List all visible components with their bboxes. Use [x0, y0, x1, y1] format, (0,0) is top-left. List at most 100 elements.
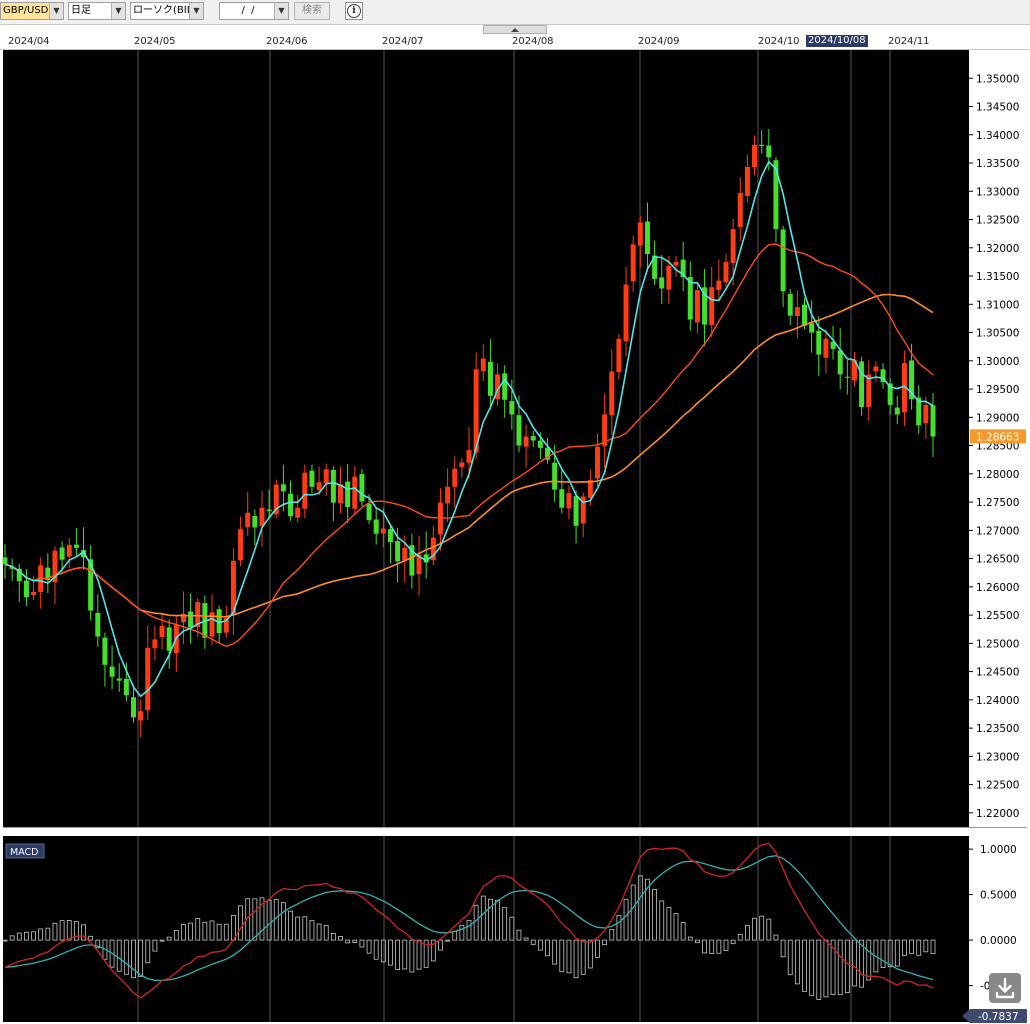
- candle-body: [502, 373, 508, 400]
- candle-body: [823, 338, 829, 358]
- candle-body: [188, 611, 194, 628]
- candle-body: [59, 547, 65, 560]
- candle-body: [759, 144, 765, 147]
- price-tick-label: 1.29000: [976, 412, 1019, 424]
- candle-body: [288, 493, 294, 517]
- candle-body: [802, 304, 808, 326]
- current-price-label: 1.28663: [976, 431, 1019, 443]
- candle-body: [716, 280, 722, 291]
- candle-body: [766, 145, 772, 158]
- candle-body: [816, 330, 822, 355]
- candle-body: [809, 323, 815, 333]
- candle-body: [752, 144, 758, 168]
- price-tick-label: 1.31500: [976, 271, 1019, 283]
- candle-body: [459, 462, 465, 468]
- candle-body: [873, 366, 879, 372]
- price-tick-label: 1.24500: [976, 667, 1019, 679]
- candle-body: [73, 544, 79, 548]
- candle-body: [609, 371, 615, 416]
- price-tick-label: 1.25000: [976, 638, 1019, 650]
- candle-body: [466, 450, 472, 463]
- candle-body: [566, 493, 572, 509]
- candle-body: [623, 284, 629, 342]
- candle-body: [123, 678, 129, 696]
- candle-body: [2, 557, 8, 565]
- candle-body: [130, 697, 136, 718]
- price-tick-label: 1.29500: [976, 384, 1019, 396]
- candle-body: [694, 290, 700, 323]
- price-tick-label: 1.23500: [976, 723, 1019, 735]
- candle-body: [31, 591, 37, 596]
- price-tick-label: 1.26000: [976, 582, 1019, 594]
- candle-body: [330, 469, 336, 503]
- candle-body: [923, 404, 929, 424]
- macd-tick-label: 0.0000: [980, 935, 1017, 947]
- macd-value-label: -0.7837: [978, 1011, 1019, 1023]
- price-tick-label: 1.32000: [976, 243, 1019, 255]
- price-tick-label: 1.30000: [976, 356, 1019, 368]
- price-chart[interactable]: 1.35000 1.34500 1.34000 1.33500 1.33000 1.325…: [0, 0, 1030, 1024]
- price-tick-label: 1.22500: [976, 780, 1019, 792]
- candle-body: [445, 486, 451, 504]
- price-tick-label: 1.32500: [976, 215, 1019, 227]
- candle-body: [530, 436, 536, 441]
- candle-body: [152, 639, 158, 649]
- candle-body: [730, 229, 736, 263]
- candle-body: [594, 446, 600, 479]
- price-tick-label: 1.23000: [976, 751, 1019, 763]
- price-tick-label: 1.27000: [976, 525, 1019, 537]
- candle-body: [780, 229, 786, 292]
- candle-body: [302, 472, 308, 509]
- candle-body: [366, 503, 372, 521]
- price-tick-label: 1.33500: [976, 158, 1019, 170]
- candle-body: [437, 502, 443, 535]
- candle-body: [316, 482, 322, 491]
- candle-body: [295, 507, 301, 518]
- candle-body: [509, 401, 515, 415]
- candle-body: [66, 545, 72, 557]
- price-tick-label: 1.24000: [976, 695, 1019, 707]
- download-button[interactable]: [989, 973, 1021, 1003]
- candle-body: [166, 627, 172, 651]
- candle-body: [552, 462, 558, 490]
- candle-body: [709, 287, 715, 325]
- price-tick-label: 1.33000: [976, 186, 1019, 198]
- candle-body: [644, 221, 650, 254]
- candle-body: [238, 529, 244, 561]
- candle-body: [138, 711, 144, 721]
- candle-body: [387, 529, 393, 543]
- candle-body: [395, 541, 401, 562]
- candle-body: [637, 222, 643, 246]
- macd-tick-label: 1.0000: [980, 844, 1017, 856]
- candle-body: [23, 580, 29, 598]
- candle-body: [109, 666, 115, 677]
- candle-body: [737, 192, 743, 228]
- candle-body: [95, 612, 101, 637]
- candle-body: [245, 512, 251, 528]
- candle-body: [480, 358, 486, 372]
- candle-body: [323, 469, 329, 483]
- candle-body: [373, 519, 379, 534]
- candle-body: [794, 307, 800, 317]
- candle-body: [380, 528, 386, 534]
- candle-body: [309, 470, 315, 487]
- price-tick-label: 1.28000: [976, 469, 1019, 481]
- candle-body: [159, 625, 165, 638]
- price-tick-label: 1.30500: [976, 328, 1019, 340]
- price-tick-label: 1.35000: [976, 73, 1019, 85]
- candle-body: [259, 507, 265, 527]
- candle-body: [516, 415, 522, 446]
- candle-body: [894, 407, 900, 415]
- candle-body: [844, 376, 850, 378]
- candle-body: [116, 678, 122, 681]
- download-icon: [995, 977, 1015, 999]
- candle-body: [352, 476, 358, 509]
- candle-body: [523, 436, 529, 447]
- candle-body: [616, 338, 622, 373]
- price-tick-label: 1.31000: [976, 299, 1019, 311]
- candle-body: [359, 474, 365, 502]
- candle-body: [673, 261, 679, 266]
- candle-body: [102, 637, 108, 665]
- macd-tick-label: 0.5000: [980, 890, 1017, 902]
- price-tick-label: 1.22000: [976, 808, 1019, 820]
